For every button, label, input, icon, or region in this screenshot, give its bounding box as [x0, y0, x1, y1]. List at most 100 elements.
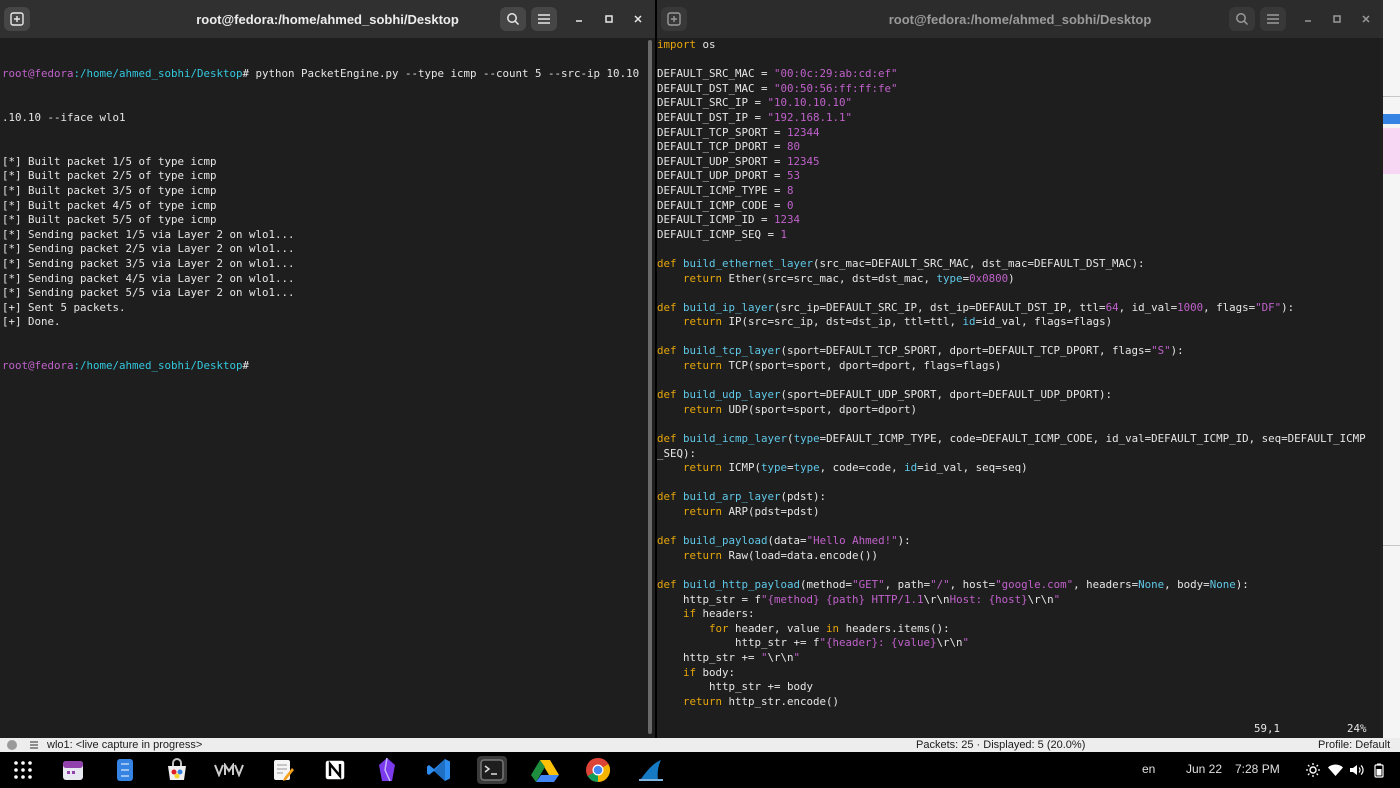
code-token: def [657, 577, 677, 591]
code-token: 80 [787, 140, 801, 154]
code-token: def [657, 432, 677, 446]
search-icon[interactable] [1229, 7, 1255, 31]
maximize-icon[interactable] [1324, 7, 1350, 31]
cursor-position: 59,1 [1254, 722, 1281, 735]
close-icon[interactable] [1353, 7, 1379, 31]
code-token: (data= [767, 534, 807, 548]
prompt-path: :/home/ahmed_sobhi/Desktop [73, 67, 243, 81]
notion-icon[interactable] [320, 756, 350, 784]
text-editor-icon[interactable] [268, 756, 298, 784]
code-token: "00:50:56:ff:ff:fe" [774, 81, 898, 95]
maximize-icon[interactable] [596, 7, 622, 31]
search-icon[interactable] [500, 7, 526, 31]
code-line: DEFAULT_ICMP_ID = 1234 [657, 213, 1383, 228]
taskbar: en Jun 22 7:28 PM [0, 752, 1400, 788]
brightness-icon[interactable] [1302, 756, 1324, 784]
battery-icon[interactable] [1368, 756, 1390, 784]
chrome-icon[interactable] [583, 756, 613, 784]
hamburger-menu-icon[interactable] [1260, 7, 1286, 31]
obsidian-icon[interactable] [372, 756, 402, 784]
code-token: http_str.encode() [722, 694, 840, 708]
code-token: (src_ip=DEFAULT_SRC_IP, dst_ip=DEFAULT_D… [774, 300, 1106, 314]
code-token: return [683, 359, 723, 373]
code-token: DEFAULT_ICMP_SEQ = [657, 227, 781, 241]
code-token: if [683, 607, 697, 621]
code-token: None [1138, 577, 1165, 591]
code-line: if headers: [657, 607, 1383, 622]
output-line: [*] Built packet 3/5 of type icmp [2, 183, 217, 197]
vmware-icon[interactable] [214, 756, 244, 784]
code-token: 53 [787, 169, 801, 183]
minimize-icon[interactable] [566, 7, 592, 31]
clock-time[interactable]: 7:28 PM [1235, 762, 1280, 776]
close-icon[interactable] [625, 7, 651, 31]
code-token: headers.items(): [839, 621, 950, 635]
left-terminal-window[interactable]: root@fedora:/home/ahmed_sobhi/Desktop ro… [0, 0, 655, 738]
terminal-app-icon[interactable] [477, 756, 507, 784]
google-drive-icon[interactable] [530, 756, 560, 784]
code-token: 12344 [787, 125, 820, 139]
vscode-icon[interactable] [424, 756, 454, 784]
code-token: id [904, 461, 918, 475]
code-line: return ICMP(type=type, code=code, id=id_… [657, 461, 1383, 476]
calendar-app-icon[interactable] [58, 756, 88, 784]
code-line: DEFAULT_UDP_DPORT = 53 [657, 169, 1383, 184]
right-terminal-window[interactable]: root@fedora:/home/ahmed_sobhi/Desktop im… [657, 0, 1383, 738]
code-token: ): [1170, 344, 1184, 358]
hamburger-menu-icon[interactable] [531, 7, 557, 31]
clock-date[interactable]: Jun 22 [1186, 762, 1222, 776]
scrollbar[interactable] [648, 40, 652, 734]
code-token: (method= [800, 577, 853, 591]
code-token: def [657, 300, 677, 314]
output-line: [*] Sending packet 3/5 via Layer 2 on wl… [2, 256, 295, 270]
code-token: (pdst): [780, 490, 827, 504]
code-token: headers: [696, 607, 755, 621]
background-window-edge[interactable] [1383, 0, 1400, 738]
code-token: ) [1008, 271, 1015, 285]
wifi-icon[interactable] [1324, 756, 1346, 784]
code-token: import [657, 38, 697, 51]
vim-editor[interactable]: import os DEFAULT_SRC_MAC = "00:0c:29:ab… [657, 38, 1383, 738]
left-titlebar[interactable]: root@fedora:/home/ahmed_sobhi/Desktop [0, 0, 655, 38]
right-titlebar[interactable]: root@fedora:/home/ahmed_sobhi/Desktop [657, 0, 1383, 38]
code-token: DEFAULT_DST_MAC = [657, 81, 775, 95]
capture-interface-status: wlo1: <live capture in progress> [47, 739, 203, 751]
output-line: [*] Sending packet 5/5 via Layer 2 on wl… [2, 286, 295, 300]
keyboard-language[interactable]: en [1142, 762, 1155, 776]
code-line: http_str += body [657, 680, 1383, 695]
code-line: http_str += f"{header}: {value}\r\n" [657, 636, 1383, 651]
code-token: DEFAULT_ICMP_TYPE = [657, 183, 788, 197]
code-token: http_str += [657, 650, 762, 664]
code-token: http_str += body [657, 680, 814, 694]
code-token: return [683, 271, 723, 285]
software-store-icon[interactable] [162, 756, 192, 784]
code-token: type [936, 271, 963, 285]
left-terminal-output[interactable]: root@fedora:/home/ahmed_sobhi/Desktop# p… [2, 38, 645, 738]
code-token: =id_val, seq=seq) [917, 461, 1028, 475]
code-line: DEFAULT_ICMP_CODE = 0 [657, 199, 1383, 214]
code-token: " [793, 650, 801, 664]
output-lines: [*] Built packet 1/5 of type icmp [*] Bui… [2, 155, 645, 330]
new-tab-icon[interactable] [661, 7, 687, 31]
code-token: TCP(sport=sport, dport=dport, flags=flag… [722, 359, 1002, 373]
volume-icon[interactable] [1346, 756, 1368, 784]
files-app-icon[interactable] [110, 756, 140, 784]
code-token: "00:0c:29:ab:cd:ef" [774, 67, 898, 81]
app-grid-icon[interactable] [8, 756, 38, 784]
minimize-icon[interactable] [1295, 7, 1321, 31]
code-token: "google.com" [995, 577, 1074, 591]
code-token: , flags= [1203, 300, 1256, 314]
scroll-percent: 24% [1347, 722, 1367, 735]
wireshark-icon[interactable] [636, 756, 666, 784]
profile-label[interactable]: Profile: Default [1318, 738, 1390, 752]
new-tab-icon[interactable] [4, 7, 30, 31]
code-line: return http_str.encode() [657, 695, 1383, 710]
